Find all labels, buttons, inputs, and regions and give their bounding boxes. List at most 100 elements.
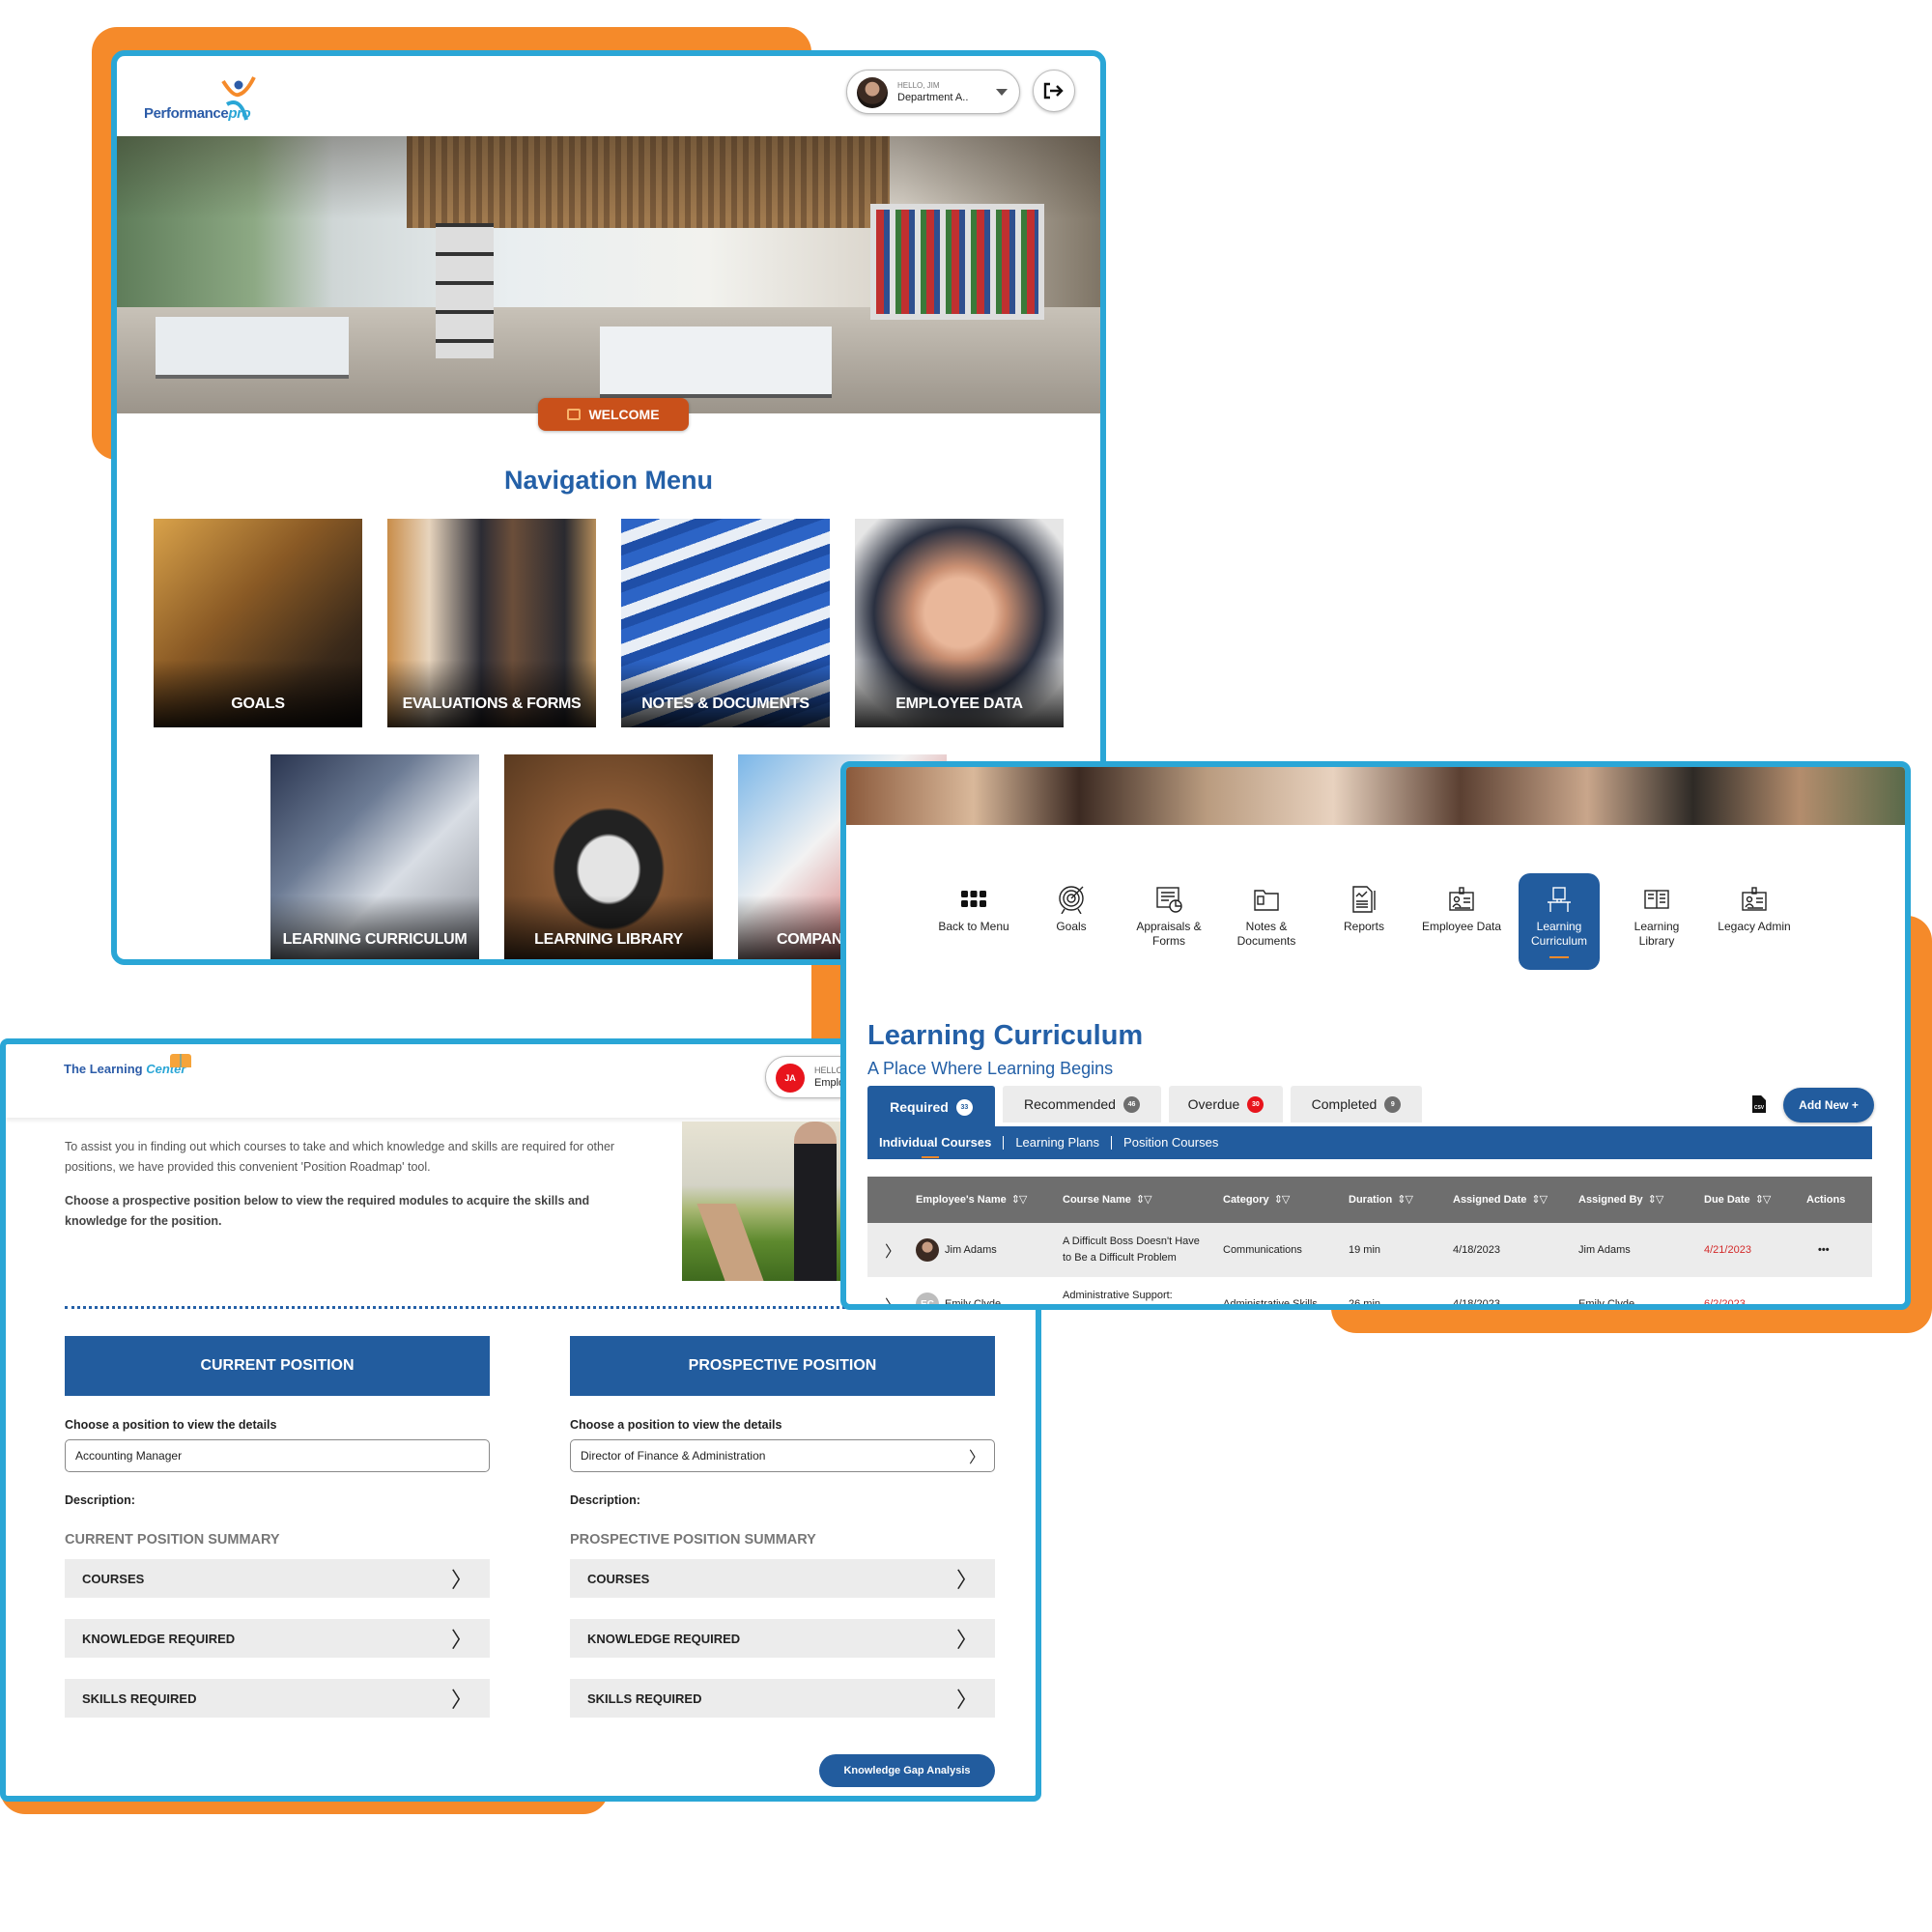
table-row[interactable]: 〉 EC Emily Clyde Administrative Support: …	[867, 1277, 1872, 1310]
assigned-by: Jim Adams	[1578, 1244, 1631, 1256]
module-notes-documents[interactable]: Notes & Documents	[1226, 873, 1307, 970]
user-menu[interactable]: HELLO, JIM Department A..	[846, 70, 1020, 114]
caret-down-icon	[996, 89, 1008, 96]
tile-goals[interactable]: GOALS	[154, 519, 362, 727]
current-position-select[interactable]: Accounting Manager	[65, 1439, 490, 1472]
tile-learning-library[interactable]: LEARNING LIBRARY	[504, 754, 713, 959]
assigned-date: 4/18/2023	[1453, 1244, 1500, 1256]
module-label: Back to Menu	[938, 920, 1009, 933]
prospective-skills-row[interactable]: SKILLS REQUIRED 〉	[570, 1679, 995, 1718]
module-learning-curriculum[interactable]: Learning Curriculum	[1519, 873, 1600, 970]
col-assigned-date[interactable]: Assigned Date ⇕▽	[1453, 1177, 1548, 1223]
assigned-by: Emily Clyde	[1578, 1298, 1635, 1310]
prospective-knowledge-row[interactable]: KNOWLEDGE REQUIRED 〉	[570, 1619, 995, 1658]
current-position-column: CURRENT POSITION Choose a position to vi…	[65, 1336, 490, 1718]
performancepro-logo[interactable]: Performancepro	[144, 75, 260, 126]
expand-chevron-icon[interactable]: 〉	[885, 1223, 900, 1277]
course-name: Administrative Support: Developing Your …	[1063, 1290, 1173, 1301]
col-assigned-by[interactable]: Assigned By ⇕▽	[1578, 1177, 1663, 1223]
chevron-right-icon: 〉	[955, 1628, 978, 1652]
current-position-header: CURRENT POSITION	[65, 1336, 490, 1396]
learning-center-logo[interactable]: The Learning Center	[64, 1054, 191, 1076]
current-knowledge-row[interactable]: KNOWLEDGE REQUIRED 〉	[65, 1619, 490, 1658]
avatar: EC	[916, 1293, 939, 1304]
table-row[interactable]: 〉 Jim Adams A Difficult Boss Doesn't Hav…	[867, 1223, 1872, 1277]
intro-instruction: Choose a prospective position below to v…	[65, 1194, 590, 1228]
logout-button[interactable]	[1033, 70, 1075, 112]
welcome-label: WELCOME	[588, 407, 660, 422]
description-label: Description:	[570, 1493, 640, 1507]
module-reports[interactable]: Reports	[1323, 873, 1405, 970]
col-duration[interactable]: Duration ⇕▽	[1349, 1177, 1413, 1223]
chevron-right-icon: 〉	[450, 1568, 472, 1592]
tab-completed[interactable]: Completed 9	[1291, 1086, 1422, 1122]
avatar	[916, 1238, 939, 1262]
employee-name: Jim Adams	[945, 1244, 997, 1256]
module-label: Employee Data	[1421, 920, 1502, 933]
id-badge-icon	[1742, 887, 1767, 911]
module-label: Goals	[1056, 920, 1087, 933]
welcome-button[interactable]: WELCOME	[538, 398, 689, 431]
subtab-individual-courses[interactable]: Individual Courses	[879, 1136, 1005, 1158]
assigned-date: 4/18/2023	[1453, 1298, 1500, 1310]
chat-bubble-icon	[567, 409, 582, 420]
tab-label: Completed	[1311, 1096, 1378, 1112]
tile-label: LEARNING CURRICULUM	[270, 895, 479, 959]
avatar	[857, 77, 888, 108]
tab-overdue[interactable]: Overdue 30	[1169, 1086, 1283, 1122]
csv-export-icon[interactable]: CSV	[1752, 1095, 1766, 1113]
row-label: COURSES	[587, 1571, 650, 1586]
tile-label: EMPLOYEE DATA	[855, 660, 1064, 727]
tab-required[interactable]: Required 33	[867, 1086, 995, 1128]
subtab-learning-plans[interactable]: Learning Plans	[1004, 1136, 1113, 1150]
user-greeting: HELLO, JIM	[897, 81, 940, 90]
duration: 19 min	[1349, 1244, 1381, 1256]
tile-employee-data[interactable]: EMPLOYEE DATA	[855, 519, 1064, 727]
prospective-position-select[interactable]: Director of Finance & Administration 〉	[570, 1439, 995, 1472]
module-goals[interactable]: Goals	[1031, 873, 1112, 970]
module-employee-data[interactable]: Employee Data	[1421, 873, 1502, 970]
current-skills-row[interactable]: SKILLS REQUIRED 〉	[65, 1679, 490, 1718]
tab-recommended[interactable]: Recommended 46	[1003, 1086, 1161, 1122]
subtab-position-courses[interactable]: Position Courses	[1112, 1136, 1230, 1150]
sort-filter-icon: ⇕▽	[1273, 1194, 1291, 1206]
module-learning-library[interactable]: Learning Library	[1616, 873, 1697, 970]
current-courses-row[interactable]: COURSES 〉	[65, 1559, 490, 1598]
tile-evaluations-forms[interactable]: EVALUATIONS & FORMS	[387, 519, 596, 727]
open-book-icon	[1644, 890, 1669, 909]
folder-icon	[1254, 890, 1279, 911]
courses-table: Employee's Name ⇕▽ Course Name ⇕▽ Category…	[867, 1177, 1872, 1310]
description-label: Description:	[65, 1493, 135, 1507]
choose-position-label: Choose a position to view the details	[570, 1418, 782, 1432]
form-chart-icon	[1156, 887, 1182, 913]
tile-label: GOALS	[154, 660, 362, 727]
col-due-date[interactable]: Due Date ⇕▽	[1704, 1177, 1771, 1223]
module-appraisals-forms[interactable]: Appraisals & Forms	[1128, 873, 1209, 970]
module-legacy-admin[interactable]: Legacy Admin	[1714, 873, 1795, 970]
prospective-position-column: PROSPECTIVE POSITION Choose a position t…	[570, 1336, 995, 1718]
module-label: Reports	[1343, 920, 1385, 933]
prospective-courses-row[interactable]: COURSES 〉	[570, 1559, 995, 1598]
count-badge: 33	[955, 1098, 973, 1116]
sub-tabs: Individual Courses Learning Plans Positi…	[867, 1126, 1872, 1159]
table-header: Employee's Name ⇕▽ Course Name ⇕▽ Category…	[867, 1177, 1872, 1223]
add-new-button[interactable]: Add New +	[1783, 1088, 1874, 1122]
chevron-right-icon: 〉	[955, 1568, 978, 1592]
user-greeting: HELLO	[814, 1065, 843, 1075]
grid-icon	[961, 891, 986, 907]
col-employee-name[interactable]: Employee's Name ⇕▽	[916, 1177, 1027, 1223]
tile-learning-curriculum[interactable]: LEARNING CURRICULUM	[270, 754, 479, 959]
expand-chevron-icon[interactable]: 〉	[885, 1277, 900, 1304]
logo-text: Performancepro	[144, 105, 251, 122]
col-course-name[interactable]: Course Name ⇕▽	[1063, 1177, 1152, 1223]
tile-notes-documents[interactable]: NOTES & DOCUMENTS	[621, 519, 830, 727]
module-label: Legacy Admin	[1718, 920, 1791, 933]
module-label: Appraisals & Forms	[1136, 920, 1202, 948]
module-back-to-menu[interactable]: Back to Menu	[933, 873, 1014, 970]
sort-filter-icon: ⇕▽	[1397, 1194, 1413, 1206]
knowledge-gap-analysis-button[interactable]: Knowledge Gap Analysis	[819, 1754, 995, 1787]
col-category[interactable]: Category ⇕▽	[1223, 1177, 1291, 1223]
more-actions-icon[interactable]: •••	[1818, 1223, 1830, 1277]
prospective-position-header: PROSPECTIVE POSITION	[570, 1336, 995, 1396]
duration: 26 min	[1349, 1298, 1381, 1310]
